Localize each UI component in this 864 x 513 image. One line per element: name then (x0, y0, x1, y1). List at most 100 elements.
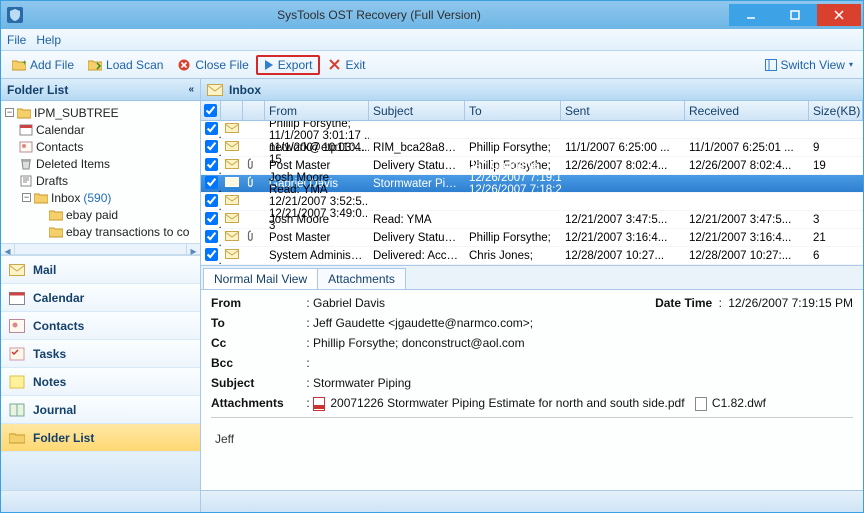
export-button[interactable]: Export (256, 55, 321, 75)
col-size[interactable]: Size(KB) (809, 101, 863, 120)
cell-received: 12/21/2007 3:47:5... (685, 214, 809, 226)
tree-root[interactable]: − IPM_SUBTREE (5, 104, 198, 121)
row-checkbox[interactable] (205, 248, 218, 261)
tree-label: Contacts (36, 140, 83, 154)
tree-label: IPM_SUBTREE (34, 106, 119, 120)
tree-contacts[interactable]: Contacts (5, 138, 198, 155)
tree-label: Calendar (36, 123, 85, 137)
toolbar-label: Export (278, 58, 313, 72)
cell-from: network@etp110... (265, 142, 369, 154)
nav-label: Journal (33, 403, 76, 417)
cc-label: Cc (211, 336, 303, 350)
row-checkbox[interactable] (205, 158, 218, 171)
toolbar-label: Load Scan (106, 58, 163, 72)
cell-received: 11/1/2007 6:25:01 ... (685, 142, 809, 154)
cell-sent: 12/21/2007 3:16:4... (561, 232, 685, 244)
envelope-icon (225, 213, 239, 223)
mail-rows[interactable]: eBay New eBay matche...Phillip Forsythe;… (201, 121, 863, 265)
load-scan-button[interactable]: Load Scan (81, 55, 170, 75)
mail-row[interactable]: Post MasterDelivery Status N...Phillip F… (201, 229, 863, 247)
tab-normal-view[interactable]: Normal Mail View (203, 268, 318, 289)
nav-label: Mail (33, 263, 56, 277)
window-close-button[interactable] (817, 4, 861, 26)
pane-title: Folder List (7, 83, 68, 97)
journal-icon (9, 403, 25, 417)
attachment-icon (247, 158, 257, 170)
scroll-right-icon[interactable]: ▸ (186, 244, 200, 254)
row-checkbox[interactable] (205, 194, 218, 207)
cell-subject: Delivery Status N... (369, 160, 465, 172)
to-value: Jeff Gaudette <jgaudette@narmco.com>; (313, 316, 853, 330)
tree-calendar[interactable]: Calendar (5, 121, 198, 138)
tree-ebay-paid[interactable]: ebay paid (5, 206, 198, 223)
app-icon (7, 7, 23, 23)
toolbar: + Add File Load Scan Close File Export E… (1, 51, 863, 79)
folder-icon (49, 226, 63, 238)
envelope-icon (225, 231, 239, 241)
select-all-checkbox[interactable] (204, 104, 217, 117)
mail-row[interactable]: eBay New eBay matche...Phillip Forsythe;… (201, 121, 863, 139)
tree-inbox[interactable]: − Inbox (590) (5, 189, 198, 206)
menu-file[interactable]: File (7, 33, 26, 47)
cell-to: Chris Jones; (465, 250, 561, 262)
toolbar-label: Switch View (781, 58, 845, 72)
nav-calendar[interactable]: Calendar (1, 284, 200, 312)
col-icon[interactable] (221, 101, 243, 120)
folder-tree[interactable]: − IPM_SUBTREE Calendar Contacts Deleted … (1, 101, 200, 243)
row-checkbox[interactable] (205, 230, 218, 243)
tree-count: (590) (83, 191, 111, 205)
folder-plus-icon: + (12, 58, 26, 72)
nav-mail[interactable]: Mail (1, 256, 200, 284)
inbox-title: Inbox (229, 83, 261, 97)
nav-journal[interactable]: Journal (1, 396, 200, 424)
attachments-label: Attachments (211, 396, 303, 411)
menu-help[interactable]: Help (36, 33, 61, 47)
trash-icon (19, 158, 33, 170)
datetime-label: Date Time (655, 296, 712, 310)
col-from[interactable]: From (265, 101, 369, 120)
row-checkbox[interactable] (205, 140, 218, 153)
col-to[interactable]: To (465, 101, 561, 120)
row-checkbox[interactable] (205, 176, 218, 189)
col-received[interactable]: Received (685, 101, 809, 120)
col-check[interactable] (201, 101, 221, 120)
mail-row[interactable]: System Administra...Delivered: Accept...… (201, 247, 863, 265)
switch-view-button[interactable]: Switch View ▾ (759, 56, 860, 74)
collapse-icon[interactable]: − (5, 108, 14, 117)
col-attach[interactable] (243, 101, 265, 120)
window-minimize-button[interactable] (729, 4, 773, 26)
nav-notes[interactable]: Notes (1, 368, 200, 396)
scroll-left-icon[interactable]: ◂ (1, 244, 15, 254)
row-checkbox[interactable] (205, 122, 218, 135)
exit-button[interactable]: Exit (320, 55, 372, 75)
add-file-button[interactable]: + Add File (5, 55, 81, 75)
envelope-icon (225, 195, 239, 205)
attachment-item[interactable]: C1.82.dwf (712, 396, 766, 410)
tree-ebay-trans[interactable]: ebay transactions to co (5, 223, 198, 240)
folder-list-header: Folder List « (1, 79, 200, 101)
chevron-left-icon[interactable]: « (188, 84, 194, 95)
nav-tasks[interactable]: Tasks (1, 340, 200, 368)
collapse-icon[interactable]: − (22, 193, 31, 202)
layout-icon (765, 59, 777, 71)
mail-icon (9, 263, 25, 277)
toolbar-label: Add File (30, 58, 74, 72)
tree-deleted[interactable]: Deleted Items (5, 155, 198, 172)
cell-subject: Read: YMA (369, 214, 465, 226)
tree-drafts[interactable]: Drafts (5, 172, 198, 189)
col-sent[interactable]: Sent (561, 101, 685, 120)
tree-hscroll[interactable]: ◂ ▸ (1, 243, 200, 255)
nav-folder-list[interactable]: Folder List (1, 424, 200, 452)
cell-to: Phillip Forsythe; (465, 232, 561, 244)
attachment-item[interactable]: 20071226 Stormwater Piping Estimate for … (330, 396, 684, 410)
nav-contacts[interactable]: Contacts (1, 312, 200, 340)
close-file-button[interactable]: Close File (170, 55, 255, 75)
col-subject[interactable]: Subject (369, 101, 465, 120)
row-checkbox[interactable] (205, 212, 218, 225)
attachment-icon (247, 176, 257, 188)
status-bar (201, 490, 863, 512)
file-icon (695, 397, 707, 411)
window-maximize-button[interactable] (773, 4, 817, 26)
tab-attachments[interactable]: Attachments (317, 268, 406, 289)
cell-subject: RIM_bca28a80-e9... (369, 142, 465, 154)
